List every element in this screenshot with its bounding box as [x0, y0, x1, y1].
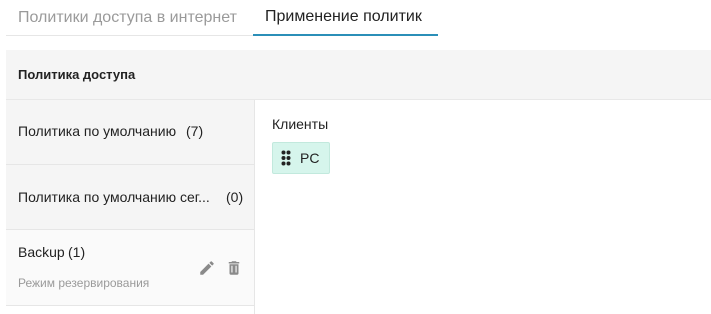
policy-subtitle: Режим резервирования	[18, 276, 150, 290]
policy-item-backup[interactable]: Backup (1) Режим резервирования	[6, 230, 254, 306]
policy-item-default[interactable]: Политика по умолчанию (7)	[6, 100, 254, 165]
client-chip-label: PC	[300, 150, 320, 166]
client-chip-pc[interactable]: PC	[272, 142, 330, 174]
panel-header: Политика доступа	[6, 50, 711, 100]
policy-item-default-segment[interactable]: Политика по умолчанию сег... (0)	[6, 165, 254, 230]
policy-count: (0)	[226, 189, 244, 205]
panel-title: Политика доступа	[18, 67, 136, 82]
policy-label: Политика по умолчанию	[18, 123, 177, 139]
policy-count: (7)	[186, 123, 204, 139]
policy-list: Политика по умолчанию (7) Политика по ум…	[6, 100, 255, 314]
edit-icon[interactable]	[197, 258, 217, 278]
tab-internet-access-policies[interactable]: Политики доступа в интернет	[6, 0, 253, 35]
drag-handle-icon[interactable]	[281, 150, 291, 166]
policy-label: Политика по умолчанию сег...	[18, 189, 210, 205]
trash-icon[interactable]	[224, 258, 244, 278]
policy-panel: Политика доступа Политика по умолчанию (…	[6, 50, 711, 314]
clients-section: Клиенты PC	[272, 116, 330, 174]
tab-policy-application[interactable]: Применение политик	[253, 0, 438, 36]
tab-bar: Политики доступа в интернет Применение п…	[6, 0, 438, 36]
clients-title: Клиенты	[272, 116, 329, 132]
policy-count: (1)	[68, 244, 86, 260]
policy-label: Backup	[18, 244, 65, 260]
